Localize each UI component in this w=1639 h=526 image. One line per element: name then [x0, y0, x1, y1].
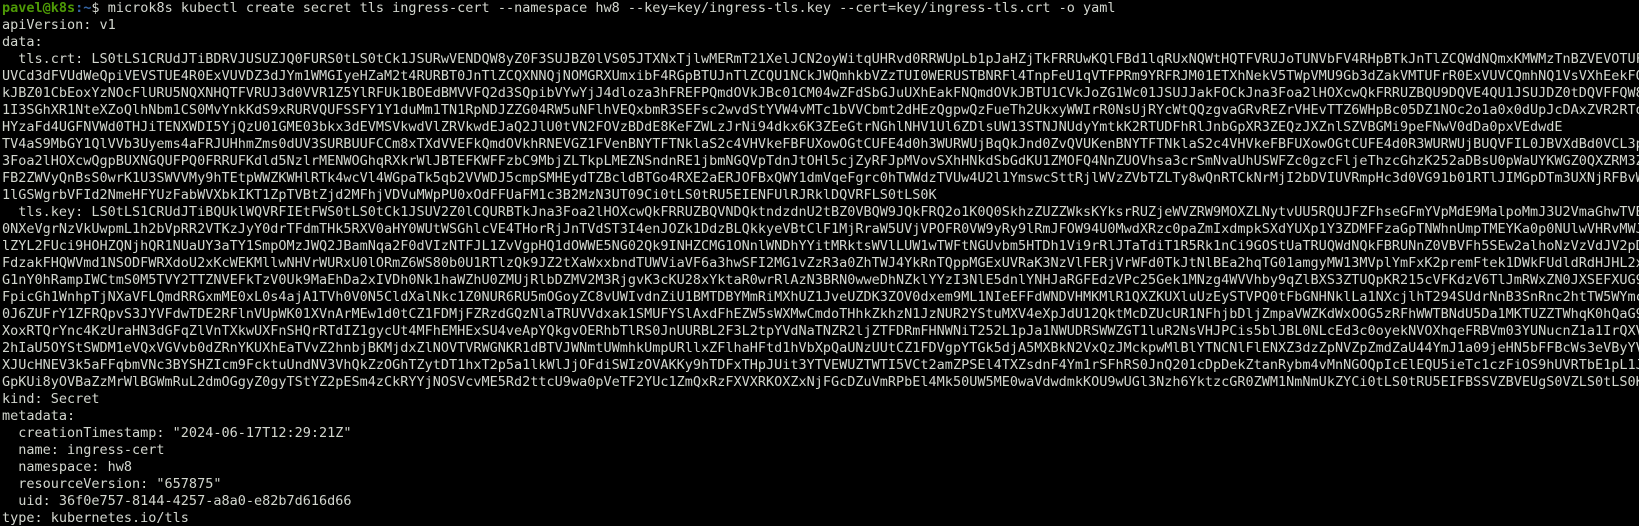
- output-line: namespace: hw8: [2, 459, 133, 475]
- output-line: 0J6ZUFrY1ZFRQpvS3JYVFdwTDE2RFlnVUpWK01XV…: [2, 306, 1639, 322]
- output-line: G1nY0hRampIWCtmS0M5TVY2TTZNVEFkTzV0Uk9Ma…: [2, 272, 1639, 288]
- output-line: apiVersion: v1: [2, 17, 116, 33]
- output-line: kind: Secret: [2, 391, 100, 407]
- output-line: FdzakFHQWVmd1NSODFWRXdoU2xKcWEKMllwNHVrW…: [2, 255, 1639, 271]
- output-line: UVCd3dFVUdWeQpiVEVSTUE4R0ExVUVDZ3dJYm1WM…: [2, 68, 1639, 84]
- output-line: XJUcHNEV3k5aFFqbmVNc3BYSHZIcm9FcktuUndNV…: [2, 357, 1639, 373]
- output-line: tls.key: LS0tLS1CRUdJTiBQUklWQVRFIEtFWS0…: [2, 204, 1639, 220]
- output-line: 3Foa2lHOXcwQgpBUXNGQUFPQ0FRRUFKdld5NzlrM…: [2, 153, 1639, 169]
- output-line: 0NXeVgrNzVkUwpmL1h2bVpRR2VTKzJyY0drTFdmT…: [2, 221, 1639, 237]
- output-line: kJBZ01CbEoxYzNOcFlURU5NQXNHQTFVRUJ3d0VVR…: [2, 85, 1639, 101]
- output-line: type: kubernetes.io/tls: [2, 510, 189, 526]
- output-line: resourceVersion: "657875": [2, 476, 222, 492]
- output-line: FpicGh1WnhpTjNXaVFLQmdRRGxmME0xL0s4ajA1T…: [2, 289, 1639, 305]
- output-line: metadata:: [2, 408, 76, 424]
- output-line: 1I3SGhXR1NteXZoQlhNbm1CS0MvYnkKdS9xRURVQ…: [2, 102, 1639, 118]
- output-line: XoxRTQrYnc4KzUraHN3dGFqZlVnTXkwUXFnSHQrR…: [2, 323, 1639, 339]
- output-line: tls.crt: LS0tLS1CRUdJTiBDRVJUSUZJQ0FURS0…: [2, 51, 1639, 67]
- command-line: pavel@k8s:~$ microk8s kubectl create sec…: [2, 0, 1639, 17]
- prompt-path: :~: [75, 0, 92, 16]
- output-line: 1lGSWgrbVFId2NmeHFYUzFabWVXbkIKT1ZpTVBtZ…: [2, 187, 937, 203]
- output-line: lZYL2FUci9HOHZQNjhQR1NUaUY3aTY1SmpOMzJWQ…: [2, 238, 1639, 254]
- output-line: data:: [2, 34, 43, 50]
- output-line: 2hIaU5OYStSWDM1eVQxVGVvb0dZRnYKUXhEaTVvZ…: [2, 340, 1639, 356]
- output-line: HYzaFd4UGFNVWd0THJiTENXWDI5YjQzU01GME03b…: [2, 119, 1563, 135]
- prompt-user-host: pavel@k8s: [2, 0, 76, 16]
- output-line: name: ingress-cert: [2, 442, 165, 458]
- command-output: apiVersion: v1 data: tls.crt: LS0tLS1CRUd…: [2, 17, 1639, 526]
- output-line: FB2ZWVyQnBsS0wrK1U3SWVVMy9hTEtpWWZKWHlRT…: [2, 170, 1639, 186]
- command-text: microk8s kubectl create secret tls ingre…: [107, 0, 1116, 16]
- terminal-window[interactable]: pavel@k8s:~$ microk8s kubectl create sec…: [0, 0, 1639, 526]
- output-line: GpKUi8yOVBaZzMrWlBGWmRuL2dmOGgyZ0gyTStYZ…: [2, 374, 1639, 390]
- prompt-symbol: $: [91, 0, 108, 16]
- output-line: creationTimestamp: "2024-06-17T12:29:21Z…: [2, 425, 352, 441]
- output-line: TV4aS9MbGY1QlVVb3Uyems4aFRJUHhmZms0dUV3S…: [2, 136, 1639, 152]
- output-line: uid: 36f0e757-8144-4257-a8a0-e82b7d616d6…: [2, 493, 352, 509]
